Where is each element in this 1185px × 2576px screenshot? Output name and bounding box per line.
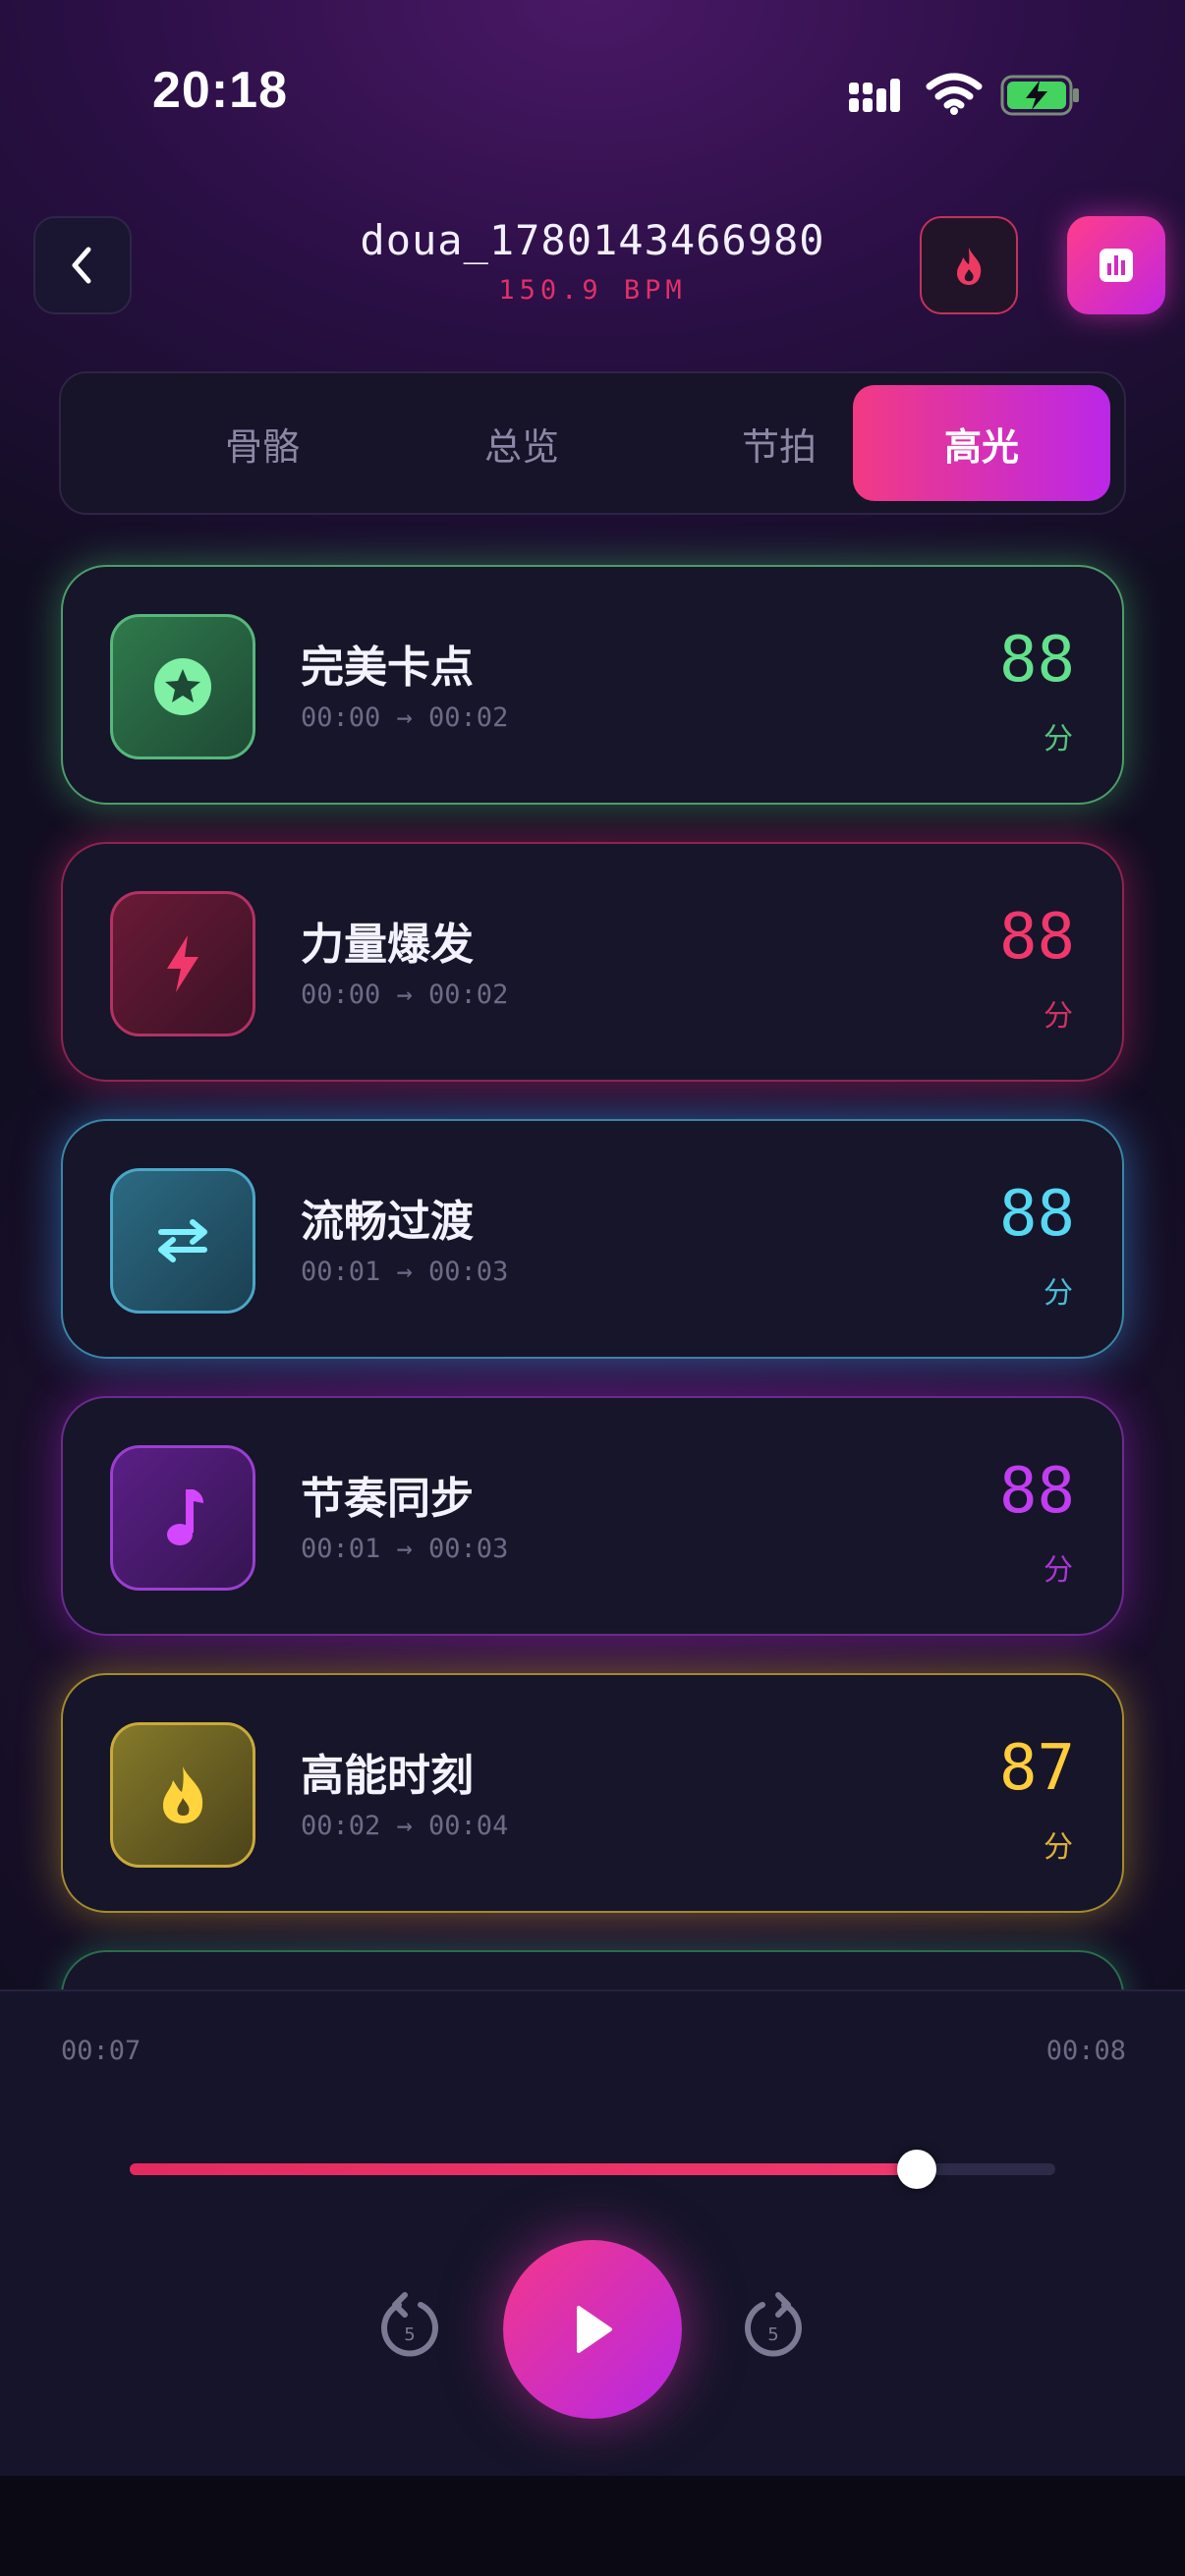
star-icon xyxy=(154,658,211,715)
highlight-card[interactable]: 节奏同步 00:01 → 00:03 88 分 xyxy=(61,1396,1124,1636)
highlight-name: 高能时刻 xyxy=(301,1751,474,1801)
play-icon xyxy=(577,2306,612,2353)
status-time: 20:18 xyxy=(152,62,288,119)
highlight-time-range: 00:00 → 00:02 xyxy=(301,702,509,733)
highlight-name: 节奏同步 xyxy=(301,1474,474,1524)
score-unit: 分 xyxy=(1044,1276,1073,1311)
highlight-time-range: 00:02 → 00:04 xyxy=(301,1811,509,1841)
highlight-score: 88 xyxy=(998,624,1075,697)
highlight-name: 流畅过渡 xyxy=(301,1197,474,1247)
cellular-signal-icon xyxy=(849,79,900,112)
stats-button[interactable] xyxy=(1067,216,1165,314)
bpm-label: 150.9 BPM xyxy=(498,275,687,306)
chevron-left-icon xyxy=(72,247,91,284)
rewind-5-button[interactable]: 5 xyxy=(375,2289,444,2368)
score-unit: 分 xyxy=(1044,999,1073,1034)
fast-forward-icon: 5 xyxy=(745,2292,802,2357)
progress-slider[interactable] xyxy=(130,2150,1055,2189)
play-button[interactable] xyxy=(503,2240,682,2419)
tab-skeleton[interactable]: 骨骼 xyxy=(134,385,391,501)
highlight-icon-box xyxy=(110,891,255,1036)
highlight-score: 88 xyxy=(998,901,1075,974)
page-title: doua_1780143466980 xyxy=(360,216,825,264)
end-time: 00:08 xyxy=(1045,2036,1126,2066)
status-bar: 20:18 xyxy=(0,0,1185,187)
highlight-icon-box xyxy=(110,1722,255,1868)
highlight-card[interactable]: 流畅过渡 00:01 → 00:03 88 分 xyxy=(61,1119,1124,1359)
back-button[interactable] xyxy=(33,216,132,314)
hot-button[interactable] xyxy=(920,216,1018,314)
highlight-card[interactable]: 完美卡点 00:00 → 00:02 88 分 xyxy=(61,565,1124,805)
highlight-score: 87 xyxy=(998,1732,1075,1805)
highlight-time-range: 00:01 → 00:03 xyxy=(301,1257,509,1287)
progress-fill xyxy=(130,2163,917,2175)
rewind-icon: 5 xyxy=(381,2292,438,2357)
score-unit: 分 xyxy=(1044,1830,1073,1865)
highlight-card[interactable]: 力量爆发 00:00 → 00:02 88 分 xyxy=(61,842,1124,1082)
current-time: 00:07 xyxy=(61,2036,141,2066)
highlight-icon-box xyxy=(110,1168,255,1314)
score-unit: 分 xyxy=(1044,722,1073,756)
bar-chart-icon xyxy=(1100,249,1133,282)
highlight-name: 力量爆发 xyxy=(301,920,474,970)
highlight-score: 88 xyxy=(998,1178,1075,1251)
highlight-card[interactable]: 高能时刻 00:02 → 00:04 87 分 xyxy=(61,1673,1124,1913)
battery-charging-icon xyxy=(1000,75,1079,116)
progress-knob[interactable] xyxy=(896,2150,936,2189)
highlight-time-range: 00:01 → 00:03 xyxy=(301,1534,509,1564)
score-unit: 分 xyxy=(1044,1553,1073,1588)
highlight-score: 88 xyxy=(998,1455,1075,1528)
tab-overview[interactable]: 总览 xyxy=(393,385,650,501)
bolt-icon xyxy=(167,935,198,992)
skip-back-seconds: 5 xyxy=(404,2324,415,2345)
tab-highlight[interactable]: 高光 xyxy=(853,385,1110,501)
tab-bar: 骨骼 总览 节拍 高光 xyxy=(59,371,1126,515)
flame-icon xyxy=(957,248,982,285)
highlight-icon-box xyxy=(110,1445,255,1591)
highlight-time-range: 00:00 → 00:02 xyxy=(301,980,509,1010)
forward-5-button[interactable]: 5 xyxy=(739,2289,808,2368)
home-indicator-area xyxy=(0,2476,1185,2576)
flame-icon xyxy=(163,1766,203,1823)
highlight-icon-box xyxy=(110,614,255,759)
swap-arrows-icon xyxy=(158,1219,207,1262)
skip-forward-seconds: 5 xyxy=(767,2324,778,2345)
highlight-name: 完美卡点 xyxy=(301,643,474,693)
music-note-icon xyxy=(167,1489,203,1545)
wifi-icon xyxy=(926,73,983,115)
